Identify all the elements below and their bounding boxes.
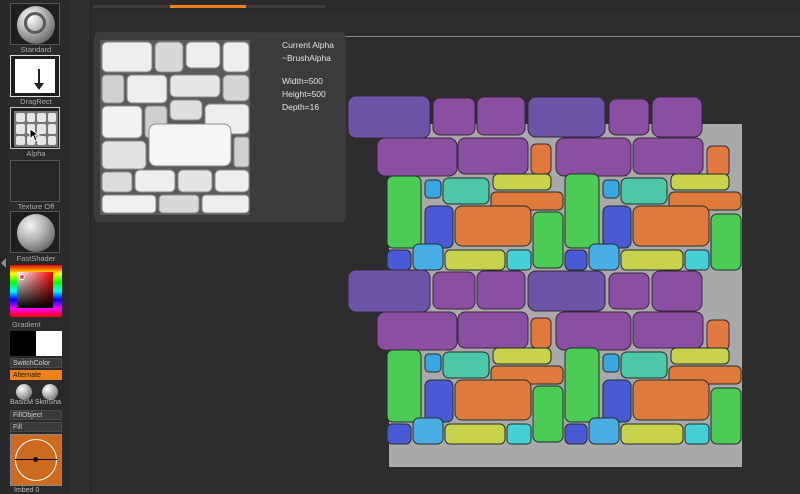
progress-track xyxy=(93,5,325,8)
stroke-preview[interactable] xyxy=(10,434,62,486)
alpha-title: Current Alpha xyxy=(282,40,334,50)
stroke-dot xyxy=(33,457,38,462)
alpha-preview-image xyxy=(100,40,250,215)
alternate-button[interactable]: Alternate xyxy=(10,370,62,380)
switch-color-button[interactable]: SwitchColor xyxy=(10,358,62,368)
fill-button[interactable]: Fill xyxy=(10,422,62,432)
brush-standard-button[interactable] xyxy=(10,3,60,45)
material-names: BasicM SkinSha xyxy=(10,399,61,406)
basic-material-icon[interactable] xyxy=(16,384,32,400)
skin-shader-icon[interactable] xyxy=(42,384,58,400)
left-toolbar: Standard DragRect Alpha Texture Off Fast… xyxy=(0,0,71,494)
material-sphere-icon xyxy=(17,214,55,252)
stroke-dragrect-button[interactable] xyxy=(10,55,60,97)
alpha-depth: Depth=16 xyxy=(282,102,320,112)
texture-label: Texture Off xyxy=(17,202,55,211)
material-label: FastShader xyxy=(16,254,56,263)
drag-rect-icon xyxy=(15,59,55,93)
alpha-name: ~BrushAlpha xyxy=(282,53,331,63)
gradient-label: Gradient xyxy=(12,320,41,329)
primary-color-swatch[interactable] xyxy=(10,331,36,356)
progress-fill xyxy=(169,5,247,8)
shelf-gutter xyxy=(70,0,91,494)
fill-object-button[interactable]: FillObject xyxy=(10,410,62,420)
brush-label: Standard xyxy=(20,45,52,54)
swirl-icon xyxy=(24,12,46,34)
stone-wall-canvas[interactable] xyxy=(345,94,755,474)
color-sv-square[interactable] xyxy=(17,272,53,308)
cursor-icon xyxy=(29,128,41,142)
alpha-button[interactable] xyxy=(10,107,60,149)
alpha-height: Height=500 xyxy=(282,89,326,99)
collapse-arrow-icon[interactable] xyxy=(1,258,6,268)
stroke-label: DragRect xyxy=(20,97,52,106)
alpha-label: Alpha xyxy=(26,149,46,158)
material-button[interactable] xyxy=(10,211,60,253)
alpha-info-popup: Current Alpha ~BrushAlpha Width=500 Heig… xyxy=(94,32,346,222)
color-marker[interactable] xyxy=(19,274,25,280)
secondary-color-swatch[interactable] xyxy=(36,331,62,356)
imbed-label: Imbed 0 xyxy=(14,487,40,494)
texture-button[interactable] xyxy=(10,160,60,202)
color-picker[interactable] xyxy=(10,265,62,317)
tray-edge[interactable] xyxy=(0,0,7,494)
alpha-width: Width=500 xyxy=(282,76,323,86)
